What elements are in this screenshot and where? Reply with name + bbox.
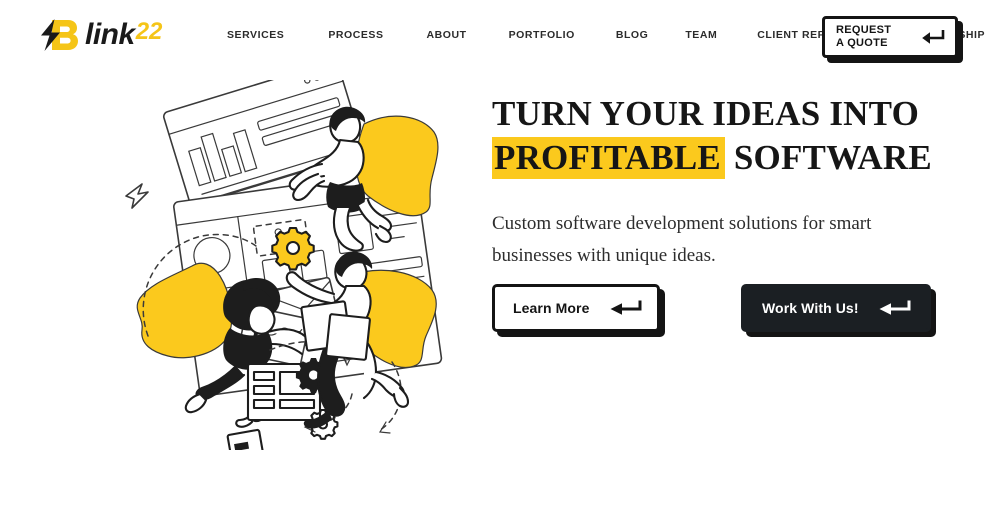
nav-item-team[interactable]: TEAM <box>685 29 717 41</box>
learn-more-label: Learn More <box>513 300 590 316</box>
work-with-us-label: Work With Us! <box>762 300 859 316</box>
nav-item-about[interactable]: ABOUT <box>427 29 467 41</box>
hero-title-highlight: PROFITABLE <box>492 137 725 179</box>
return-arrow-icon <box>610 300 642 315</box>
nav-item-process[interactable]: PROCESS <box>328 29 383 41</box>
site-header: link 22 SERVICES PROCESS ABOUT PORTFOLIO… <box>0 0 1000 72</box>
hero-title-line1: TURN YOUR IDEAS INTO <box>492 94 919 133</box>
lightning-bolt-icon <box>41 19 78 51</box>
request-a-quote-button[interactable]: REQUEST A QUOTE <box>822 16 958 58</box>
hero-subtitle: Custom software development solutions fo… <box>492 213 872 266</box>
nav-item-portfolio[interactable]: PORTFOLIO <box>509 29 575 41</box>
mobile-card <box>226 428 270 450</box>
request-a-quote-label: REQUEST A QUOTE <box>836 24 892 49</box>
hero-illustration: .ln { fill:none; stroke:#3a3a3a; stroke-… <box>96 80 466 450</box>
nav-item-blog[interactable]: BLOG <box>616 29 649 41</box>
return-arrow-icon <box>879 300 911 315</box>
logo-number: 22 <box>135 18 163 45</box>
hero-title: TURN YOUR IDEAS INTO PROFITABLE SOFTWARE <box>492 92 952 180</box>
cape-left-character <box>136 262 233 359</box>
hero-title-line2-tail: SOFTWARE <box>733 138 932 177</box>
return-arrow-icon <box>922 30 945 44</box>
hero-illustration-svg: .ln { fill:none; stroke:#3a3a3a; stroke-… <box>125 80 443 450</box>
work-with-us-button[interactable]: Work With Us! <box>741 284 931 332</box>
nav-item-services[interactable]: SERVICES <box>227 29 284 41</box>
cursor-arrow-icon <box>125 183 149 209</box>
gear-yellow-icon <box>271 226 315 271</box>
learn-more-button[interactable]: Learn More <box>492 284 660 332</box>
logo[interactable]: link 22 <box>38 18 162 52</box>
logo-wordmark: link <box>85 18 135 51</box>
hero-copy: TURN YOUR IDEAS INTO PROFITABLE SOFTWARE… <box>492 92 952 272</box>
